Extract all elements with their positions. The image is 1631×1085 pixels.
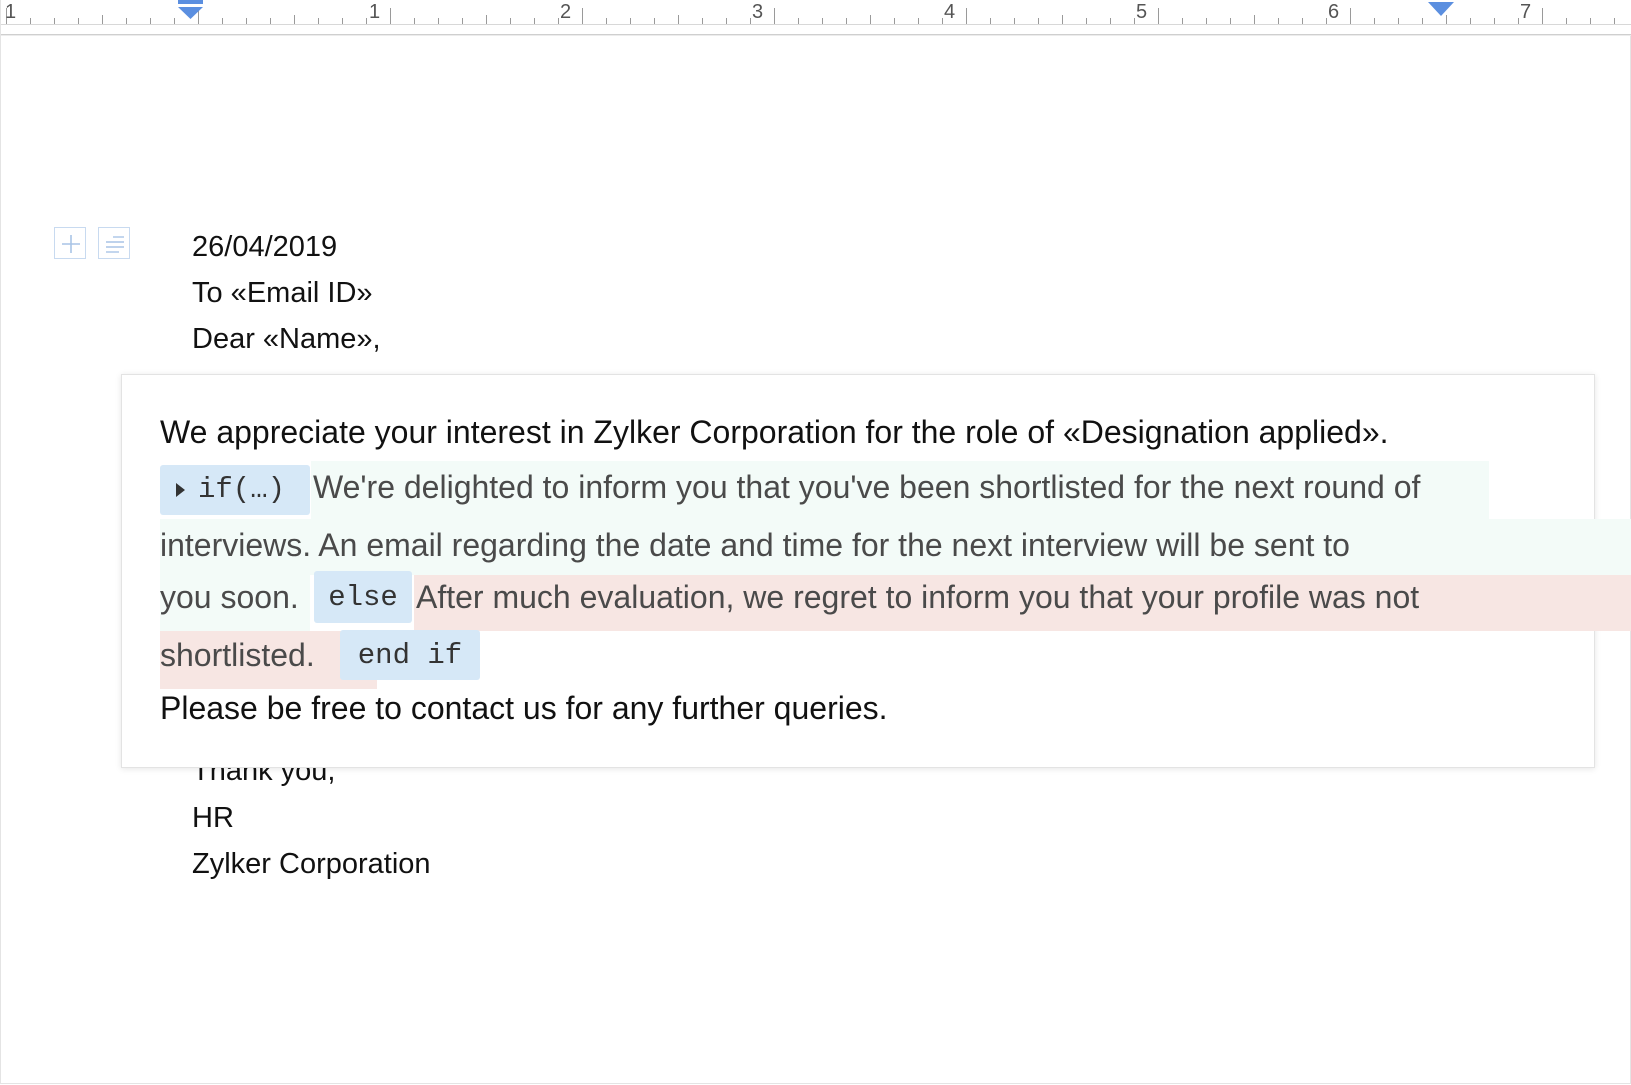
paragraph-lines-icon [106, 236, 124, 253]
if-branch-text-line2: interviews. An email regarding the date … [160, 527, 1350, 563]
left-indent-marker-icon[interactable] [177, 0, 205, 20]
ruler-number: 5 [1136, 1, 1148, 23]
end-if-chip[interactable]: end if [340, 630, 480, 680]
add-block-button[interactable] [54, 227, 86, 259]
ruler-number: 1 [369, 1, 381, 23]
ruler-number: 6 [1328, 1, 1340, 23]
ruler-number: 7 [1520, 1, 1532, 23]
signature-company: Zylker Corporation [192, 848, 431, 880]
ruler-number: 1 [5, 1, 17, 23]
conditional-outro-text: Please be free to contact us for any fur… [160, 690, 888, 726]
document-page: 1 1 2 3 4 5 6 7 26/04/2019 To «Email ID»… [0, 0, 1631, 1084]
signature-department: HR [192, 802, 234, 834]
else-branch-text-line2: shortlisted. [160, 637, 315, 673]
letter-greeting: Dear «Name», [192, 323, 381, 355]
right-indent-marker-icon[interactable] [1427, 0, 1455, 20]
conditional-intro-text: We appreciate your interest in Zylker Co… [160, 414, 1389, 450]
ruler-number: 3 [752, 1, 764, 23]
if-branch-text-line3: you soon. [160, 579, 299, 615]
else-chip[interactable]: else [314, 571, 412, 623]
if-chip-label: if(…) [198, 473, 286, 506]
expand-caret-icon[interactable] [176, 483, 185, 497]
if-condition-chip[interactable]: if(…) [160, 465, 310, 515]
ruler-number: 4 [944, 1, 956, 23]
paragraph-options-button[interactable] [98, 227, 130, 259]
ruler-ticks [1, 8, 1631, 25]
ruler-number: 2 [560, 1, 572, 23]
conditional-block-card[interactable]: We appreciate your interest in Zylker Co… [121, 374, 1631, 768]
letter-date: 26/04/2019 [192, 231, 338, 263]
plus-icon [62, 235, 80, 253]
letter-recipient: To «Email ID» [192, 277, 373, 309]
if-branch-text-line1: We're delighted to inform you that you'v… [313, 469, 1421, 505]
else-branch-text-line1: After much evaluation, we regret to info… [416, 579, 1420, 615]
horizontal-ruler[interactable]: 1 1 2 3 4 5 6 7 [1, 0, 1631, 35]
